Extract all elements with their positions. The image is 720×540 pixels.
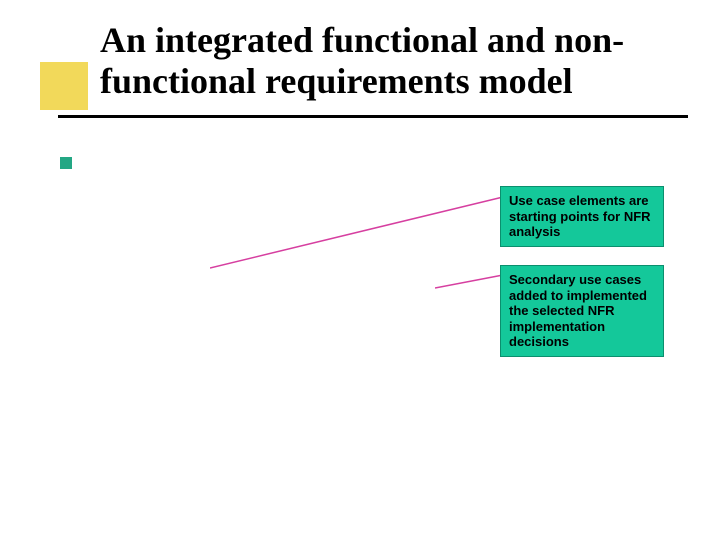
slide-title: An integrated functional and non-functio… [100,20,680,103]
callout-text-2: Secondary use cases added to implemented… [509,272,647,349]
callout-text-1: Use case elements are starting points fo… [509,193,651,239]
bullet-marker [60,157,72,169]
decorative-square [40,62,88,110]
connector-line-1 [210,195,505,270]
callout-box-1: Use case elements are starting points fo… [500,186,664,247]
title-underline [58,115,688,118]
callout-box-2: Secondary use cases added to implemented… [500,265,664,357]
connector-line-2 [435,273,505,291]
